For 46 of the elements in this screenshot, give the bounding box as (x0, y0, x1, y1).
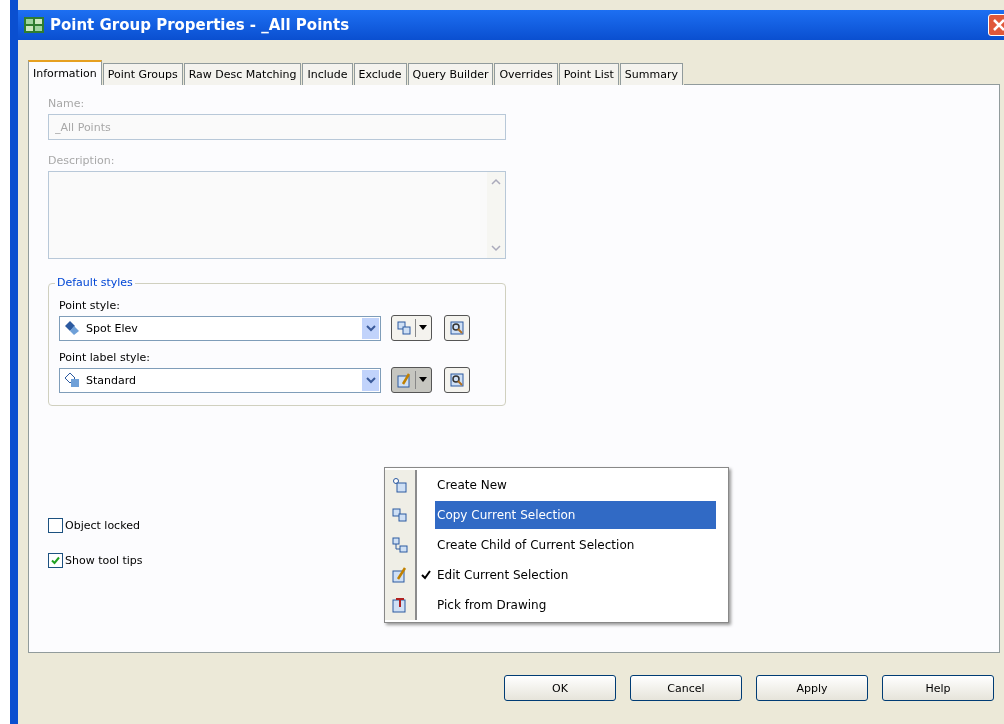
dialog-button[interactable]: Cancel (630, 675, 742, 701)
child-icon (392, 537, 408, 553)
style-label: Point label style: (59, 351, 151, 364)
preview-button[interactable] (444, 367, 470, 393)
pencil-icon (392, 567, 408, 583)
tab[interactable]: Point List (558, 63, 619, 85)
preview-button[interactable] (444, 315, 470, 341)
style-dropdown[interactable]: Spot Elev (59, 315, 381, 341)
menu-item[interactable]: Copy Current Selection (435, 501, 716, 529)
description-field[interactable] (48, 171, 506, 259)
tab[interactable]: Point Groups (102, 63, 183, 85)
copy-icon (392, 507, 408, 523)
checkbox[interactable] (48, 553, 63, 568)
label-icon (64, 372, 80, 388)
dialog-button[interactable]: OK (504, 675, 616, 701)
pick-icon (392, 597, 408, 613)
tab[interactable]: Overrides (494, 63, 558, 85)
menu-item[interactable]: Create New (435, 471, 716, 499)
checkbox[interactable] (48, 518, 63, 533)
tab[interactable]: Query Builder (407, 63, 494, 85)
menu-item[interactable]: Pick from Drawing (435, 591, 716, 619)
tab[interactable]: Raw Desc Matching (183, 63, 302, 85)
search-icon (450, 321, 464, 335)
dialog-button[interactable]: Help (882, 675, 994, 701)
copy-icon (396, 320, 412, 336)
style-label: Point style: (59, 299, 121, 312)
style-dropdown[interactable]: Standard (59, 367, 381, 393)
window-title: Point Group Properties - _All Points (50, 16, 350, 34)
pencil-icon (396, 372, 412, 388)
description-label: Description: (48, 154, 116, 167)
name-label: Name: (48, 97, 86, 110)
tab[interactable]: Summary (619, 63, 683, 85)
caret-icon (419, 325, 427, 331)
grid-icon (24, 16, 44, 34)
dialog-button[interactable]: Apply (756, 675, 868, 701)
diamond-icon (64, 320, 80, 336)
group-title: Default styles (55, 276, 135, 289)
style-split-button[interactable] (391, 367, 432, 393)
tab[interactable]: Exclude (353, 63, 407, 85)
caret-icon (419, 377, 427, 383)
close-button[interactable] (988, 14, 1004, 36)
new-style-icon (392, 477, 408, 493)
tab[interactable]: Include (302, 63, 353, 85)
tab[interactable]: Information (28, 60, 102, 85)
style-split-button[interactable] (391, 315, 432, 341)
search-icon (450, 373, 464, 387)
